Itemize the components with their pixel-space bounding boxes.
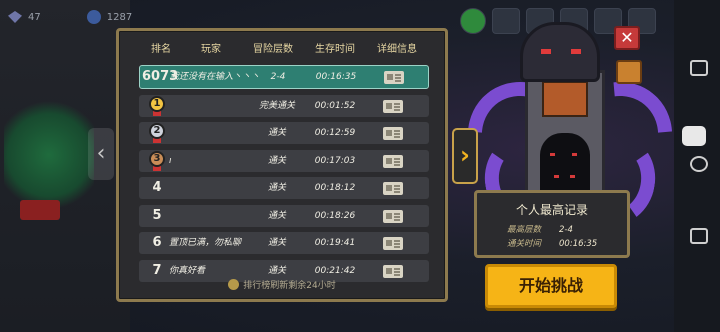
coin-icon — [86, 10, 101, 24]
recent-apps-icon[interactable] — [690, 60, 708, 76]
detail-doc-icon[interactable] — [383, 182, 403, 195]
background-prop — [20, 200, 60, 220]
currency-bar: 47 1287 — [8, 10, 132, 24]
best-time-label: 通关时间 — [507, 239, 542, 249]
boss-pillar — [525, 70, 605, 200]
red-eye — [541, 49, 551, 54]
floor-cell: 通关 — [267, 238, 286, 248]
leaderboard-header: 排名 玩家 冒险层数 生存时间 详细信息 — [119, 37, 445, 55]
refresh-text: 排行榜刷新剩余24小时 — [243, 281, 336, 291]
christmas-tree — [4, 95, 94, 215]
eye-banner — [542, 81, 588, 117]
floor-cell: 完美通关 — [258, 100, 295, 111]
gem-count: 47 — [28, 11, 41, 23]
floor-cell: 2-4 — [270, 72, 286, 82]
best-floor-label: 最高层数 — [507, 225, 542, 235]
detail-doc-icon[interactable] — [383, 209, 403, 223]
leaderboard-rows: 6073 我还没有在输入丶丶丶 2-4 00:16:35 1 完美通关 00:0… — [139, 65, 429, 287]
gem-icon — [8, 11, 22, 23]
header-player: 玩家 — [201, 44, 221, 55]
silver-medal-icon: 2 — [149, 123, 165, 143]
time-cell: 00:18:12 — [314, 183, 356, 193]
system-nav-bar — [674, 0, 720, 332]
rank-cell: 4 — [152, 180, 162, 195]
rank-cell: 5 — [152, 207, 162, 223]
chat-icon[interactable] — [682, 126, 706, 146]
header-detail: 详细信息 — [377, 44, 417, 55]
gold-medal-icon: 1 — [149, 95, 165, 116]
table-row[interactable]: 1 完美通关 00:01:52 — [139, 94, 429, 117]
personal-best-title: 个人最高记录 — [515, 203, 588, 217]
table-row[interactable]: 4 通关 00:18:12 — [139, 177, 429, 199]
header-time: 生存时间 — [315, 44, 355, 55]
table-row[interactable]: 6 置顶已满，勿私聊 通关 00:19:41 — [139, 232, 429, 254]
time-cell: 00:12:59 — [314, 128, 356, 138]
leaderboard-panel: 排名 玩家 冒险层数 生存时间 详细信息 6073 我还没有在输入丶丶丶 2-4… — [116, 28, 448, 302]
detail-doc-icon[interactable] — [383, 154, 403, 168]
header-rank: 排名 — [151, 44, 171, 55]
refresh-icon — [228, 279, 240, 290]
prev-arrow-button[interactable]: ‹ — [88, 128, 114, 180]
detail-doc-icon[interactable] — [383, 99, 403, 113]
home-icon[interactable] — [690, 156, 708, 172]
refresh-notice: 排行榜刷新剩余24小时 — [119, 278, 445, 291]
floor-cell: 通关 — [267, 210, 286, 221]
best-floor-line: 最高层数 2-4 — [507, 223, 573, 235]
detail-doc-icon[interactable] — [384, 71, 404, 84]
close-button[interactable]: ✕ — [614, 26, 640, 50]
best-time-value: 00:16:35 — [559, 239, 598, 249]
time-cell: 00:16:35 — [315, 72, 357, 82]
detail-doc-icon[interactable] — [383, 127, 403, 140]
boss-hood — [520, 22, 600, 82]
start-challenge-button[interactable]: 开始挑战 — [485, 264, 617, 308]
next-arrow-button[interactable]: › — [452, 128, 478, 184]
time-cell: 00:19:41 — [314, 238, 356, 248]
time-cell: 00:01:52 — [314, 100, 356, 111]
table-row[interactable]: 2 通关 00:12:59 — [139, 122, 429, 144]
treasure-chest-icon[interactable] — [616, 60, 642, 84]
personal-best-panel: 个人最高记录 最高层数 2-4 通关时间 00:16:35 — [474, 190, 630, 258]
detail-doc-icon[interactable] — [383, 264, 403, 278]
back-icon[interactable] — [690, 228, 708, 244]
detail-doc-icon[interactable] — [383, 237, 403, 250]
best-floor-value: 2-4 — [559, 225, 573, 235]
best-time-line: 通关时间 00:16:35 — [507, 237, 597, 249]
bronze-medal-icon: 3 — [149, 150, 165, 171]
floor-cell: 通关 — [267, 155, 286, 166]
coin-count: 1287 — [106, 11, 133, 23]
floor-cell: 通关 — [267, 128, 286, 138]
time-cell: 00:17:03 — [314, 155, 356, 166]
red-eye — [571, 49, 581, 54]
time-cell: 00:18:26 — [314, 210, 356, 221]
table-row[interactable]: 3 ı 通关 00:17:03 — [139, 149, 429, 172]
table-row-self[interactable]: 6073 我还没有在输入丶丶丶 2-4 00:16:35 — [139, 65, 429, 89]
floor-cell: 通关 — [267, 183, 286, 193]
header-floor: 冒险层数 — [253, 44, 293, 55]
table-row[interactable]: 5 通关 00:18:26 — [139, 204, 429, 227]
